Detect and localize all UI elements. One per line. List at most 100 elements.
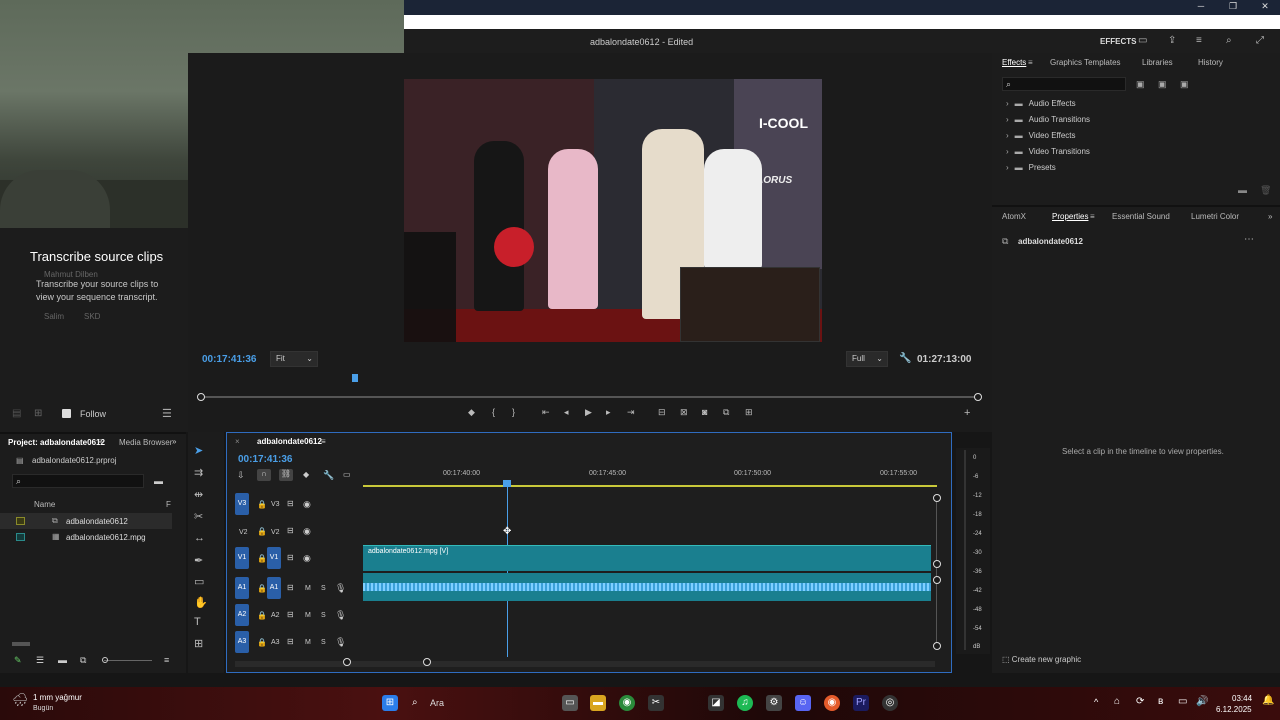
notification-icon[interactable]: 🔔 [1262, 695, 1274, 706]
source-patch-a2[interactable]: A2 [235, 604, 249, 626]
workspace-effects-label[interactable]: EFFECTS [1100, 37, 1136, 46]
step-forward-icon[interactable]: ▸ [606, 407, 611, 418]
more-tabs-icon[interactable]: » [172, 437, 176, 446]
more-options-icon[interactable]: ⋯ [1244, 234, 1254, 245]
tab-sequence[interactable]: adbalondate0612 [257, 437, 322, 446]
scroll-handle-right[interactable] [974, 393, 982, 401]
scroll-handle[interactable] [933, 576, 941, 584]
list-view-icon[interactable]: ☰ [36, 655, 44, 666]
selection-tool-icon[interactable]: ➤ [194, 444, 203, 457]
mark-out-icon[interactable]: } [512, 407, 515, 417]
insert-sequence-icon[interactable]: ⇩ [237, 470, 245, 481]
add-marker-icon[interactable]: ◆ [468, 407, 475, 418]
mute-button[interactable]: M [305, 585, 311, 592]
razor-tool-icon[interactable]: ✂ [194, 510, 203, 523]
audio-clip[interactable] [363, 573, 931, 601]
lock-icon[interactable]: 🔒 [257, 527, 267, 536]
mark-in-icon[interactable]: { [492, 407, 495, 417]
add-button-icon[interactable]: + [964, 407, 970, 419]
close-button[interactable]: ✕ [1258, 1, 1272, 12]
video-clip[interactable]: adbalondate0612.mpg [V] [363, 545, 931, 571]
scroll-handle-bottom[interactable] [933, 642, 941, 650]
column-name[interactable]: Name [34, 500, 55, 509]
go-to-in-icon[interactable]: ⇤ [542, 407, 550, 418]
scroll-handle-left[interactable] [197, 393, 205, 401]
premiere-pro-icon[interactable]: Pr [853, 695, 869, 711]
new-bin-icon[interactable]: ▬ [1238, 185, 1247, 195]
sync-lock-icon[interactable]: ⊟ [287, 610, 294, 619]
source-patch-v2[interactable]: V2 [239, 529, 248, 536]
folder-presets[interactable]: › ▬ Presets [1006, 163, 1056, 172]
yuv-effects-icon[interactable]: ▣ [1180, 79, 1189, 90]
share-icon[interactable]: ⇪ [1168, 35, 1176, 46]
captions-icon[interactable]: ▭ [343, 470, 351, 479]
tab-graphics-templates[interactable]: Graphics Templates [1050, 58, 1121, 67]
project-search-input[interactable]: ⌕ [12, 474, 144, 488]
sync-lock-icon[interactable]: ⊟ [287, 637, 294, 646]
start-button[interactable]: ⊞ [382, 695, 398, 711]
button-editor-icon[interactable]: ⊞ [745, 407, 753, 418]
eye-icon[interactable]: ◉ [303, 526, 311, 537]
lock-icon[interactable]: 🔒 [257, 584, 267, 593]
zoom-handle-right[interactable] [423, 658, 431, 666]
compare-view-icon[interactable]: ⧉ [723, 407, 729, 418]
timeline-ruler[interactable]: 00:17:40:00 00:17:45:00 00:17:50:00 00:1… [363, 467, 937, 487]
icon-view-icon[interactable]: ▬ [58, 655, 67, 665]
display-icon[interactable]: ▭ [1178, 696, 1187, 707]
eye-icon[interactable]: ◉ [303, 499, 311, 510]
solo-button[interactable]: S [321, 639, 326, 646]
track-select-tool-icon[interactable]: ⇉ [194, 466, 203, 479]
play-icon[interactable]: ▶ [585, 407, 592, 418]
clock-date[interactable]: 6.12.2025 [1216, 705, 1252, 714]
sort-icon[interactable]: ≡ [164, 655, 169, 665]
steam-icon[interactable]: ⚙ [766, 695, 782, 711]
ripple-edit-tool-icon[interactable]: ⇹ [194, 488, 203, 501]
network-icon[interactable]: ⌂ [1114, 696, 1120, 707]
vertical-scrollbar[interactable] [936, 497, 937, 647]
folder-audio-transitions[interactable]: › ▬ Audio Transitions [1006, 115, 1090, 124]
settings-sliders-icon[interactable]: ☰ [162, 407, 172, 420]
chevron-up-icon[interactable]: ^ [1094, 697, 1098, 707]
lock-icon[interactable]: 🔒 [257, 554, 267, 563]
32bit-effects-icon[interactable]: ▣ [1158, 79, 1167, 90]
transcript-icon[interactable]: ▤ [12, 408, 21, 419]
tab-atomx[interactable]: AtomX [1002, 212, 1026, 221]
microphone-icon[interactable]: 🎙 [335, 583, 346, 594]
obs-icon[interactable]: ◎ [882, 695, 898, 711]
tab-properties[interactable]: Properties [1052, 212, 1088, 221]
column-frame-rate[interactable]: F [166, 500, 171, 509]
search-icon[interactable]: ⌕ [412, 697, 418, 708]
bluetooth-icon[interactable]: ʙ [1158, 696, 1163, 707]
pencil-icon[interactable]: ✎ [14, 655, 22, 666]
playhead-handle[interactable] [503, 480, 511, 487]
tab-libraries[interactable]: Libraries [1142, 58, 1173, 67]
track-target-v1[interactable]: V1 [267, 547, 281, 569]
tab-history[interactable]: History [1198, 58, 1223, 67]
task-view-icon[interactable]: ▭ [562, 695, 578, 711]
effects-search-input[interactable]: ⌕ [1002, 77, 1126, 91]
eye-icon[interactable]: ◉ [303, 553, 311, 564]
microphone-icon[interactable]: 🎙 [335, 610, 346, 621]
timeline-tab-menu-icon[interactable]: ≡ [321, 437, 326, 446]
chrome-dev-icon[interactable]: ◉ [824, 695, 840, 711]
accelerated-effects-icon[interactable]: ▣ [1136, 79, 1145, 90]
list-item[interactable]: ⧉ adbalondate0612 [0, 513, 172, 529]
tab-project[interactable]: Project: adbalondate0612 [8, 438, 105, 447]
spotify-icon[interactable]: ♫ [737, 695, 753, 711]
source-patch-a3[interactable]: A3 [235, 631, 249, 653]
taskbar-search-label[interactable]: Ara [430, 698, 444, 708]
label-color-chip[interactable] [16, 517, 25, 525]
project-tab-menu-icon[interactable]: ≡ [98, 437, 103, 446]
source-patch-v1[interactable]: V1 [235, 547, 249, 569]
tab-essential-sound[interactable]: Essential Sound [1112, 212, 1170, 221]
clock-time[interactable]: 03:44 [1232, 694, 1252, 703]
playhead-timecode[interactable]: 00:17:41:36 [202, 354, 256, 365]
transcript-tool-icon[interactable]: ⊞ [194, 637, 203, 650]
search-icon[interactable]: ⌕ [1226, 35, 1232, 46]
horizontal-scrollbar[interactable] [235, 661, 935, 667]
lift-icon[interactable]: ⊟ [658, 407, 666, 418]
wrench-icon[interactable]: 🔧 [899, 353, 911, 364]
caption-icon[interactable]: ⊞ [34, 408, 42, 419]
minimize-button[interactable]: ─ [1194, 1, 1208, 11]
zoom-slider[interactable] [104, 660, 152, 661]
